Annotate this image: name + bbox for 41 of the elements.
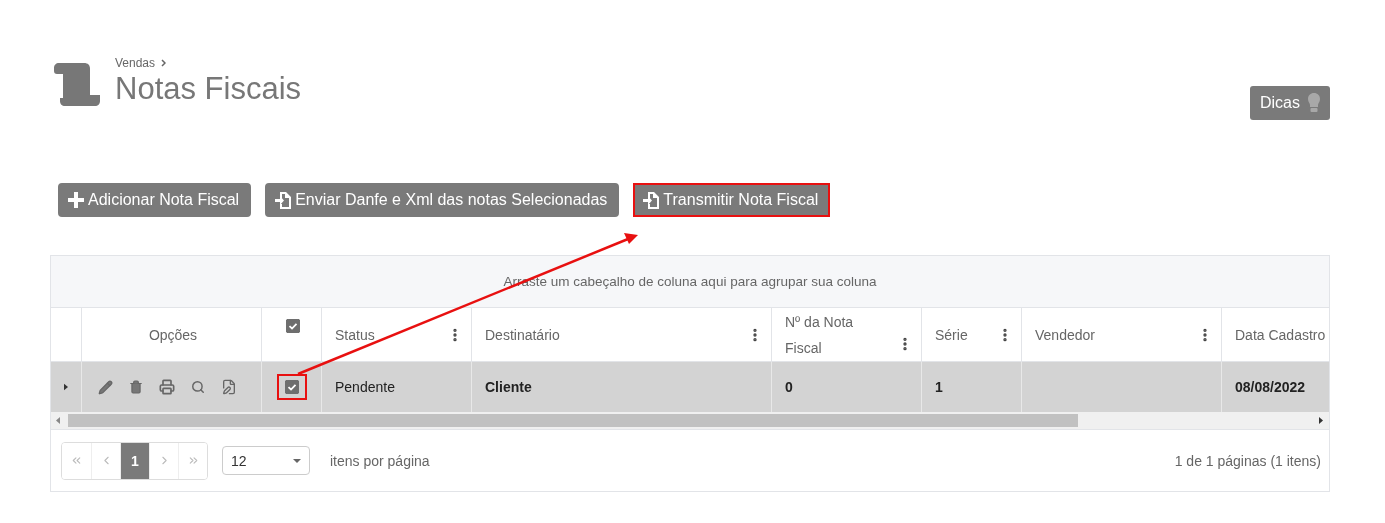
column-header[interactable]: Nº da Nota Fiscal	[785, 308, 880, 361]
table-cell: Cliente	[485, 379, 532, 395]
page-size-label: itens por página	[330, 452, 430, 469]
scroll-right-icon[interactable]	[1319, 417, 1323, 424]
table-row[interactable]: Pendente Cliente 0 1 08/08/2022	[51, 362, 1329, 412]
action-button[interactable]: Adicionar Nota Fiscal	[58, 183, 252, 217]
chevron-right-icon	[161, 59, 167, 67]
horizontal-scrollbar[interactable]	[51, 412, 1329, 430]
double-chevron-left-icon	[70, 454, 83, 467]
column-header[interactable]: Status	[335, 321, 375, 348]
column-header[interactable]: Destinatário	[485, 321, 560, 348]
page-size-dropdown[interactable]: 12	[222, 446, 310, 475]
plus-icon	[68, 192, 84, 208]
table-cell: 1	[935, 379, 943, 395]
lightbulb-icon	[1308, 93, 1320, 113]
page-title: Notas Fiscais	[115, 70, 302, 108]
breadcrumb-link[interactable]: Vendas	[115, 56, 302, 70]
page-button[interactable]: 1	[120, 442, 149, 479]
file-import-icon	[275, 191, 292, 209]
trash-icon[interactable]	[129, 380, 143, 394]
caret-down-icon	[293, 458, 301, 463]
table-cell: 08/08/2022	[1235, 379, 1306, 395]
table-cell: Pendente	[335, 379, 395, 395]
tips-button[interactable]: Dicas	[1250, 86, 1330, 120]
column-header[interactable]: Data Cadastro	[1235, 321, 1326, 348]
table-cell: 0	[785, 379, 793, 395]
printer-icon[interactable]	[159, 379, 175, 395]
column-header: Opções	[148, 325, 198, 345]
checkbox[interactable]	[284, 380, 299, 394]
search-icon[interactable]	[191, 380, 205, 394]
scroll-left-icon[interactable]	[56, 417, 60, 424]
action-button[interactable]: Enviar Danfe e Xml das notas Selecionadas	[265, 183, 620, 217]
file-edit-icon[interactable]	[221, 379, 237, 395]
expand-caret-icon[interactable]	[64, 382, 68, 392]
checkbox[interactable]	[286, 319, 300, 333]
pager-summary: 1 de 1 páginas (1 itens)	[1174, 452, 1321, 469]
column-header[interactable]: Vendedor	[1035, 321, 1095, 348]
edit-icon[interactable]	[98, 379, 113, 395]
file-import-icon	[643, 191, 660, 209]
column-header[interactable]: Série	[935, 321, 968, 348]
action-button[interactable]: Transmitir Nota Fiscal	[633, 183, 831, 217]
